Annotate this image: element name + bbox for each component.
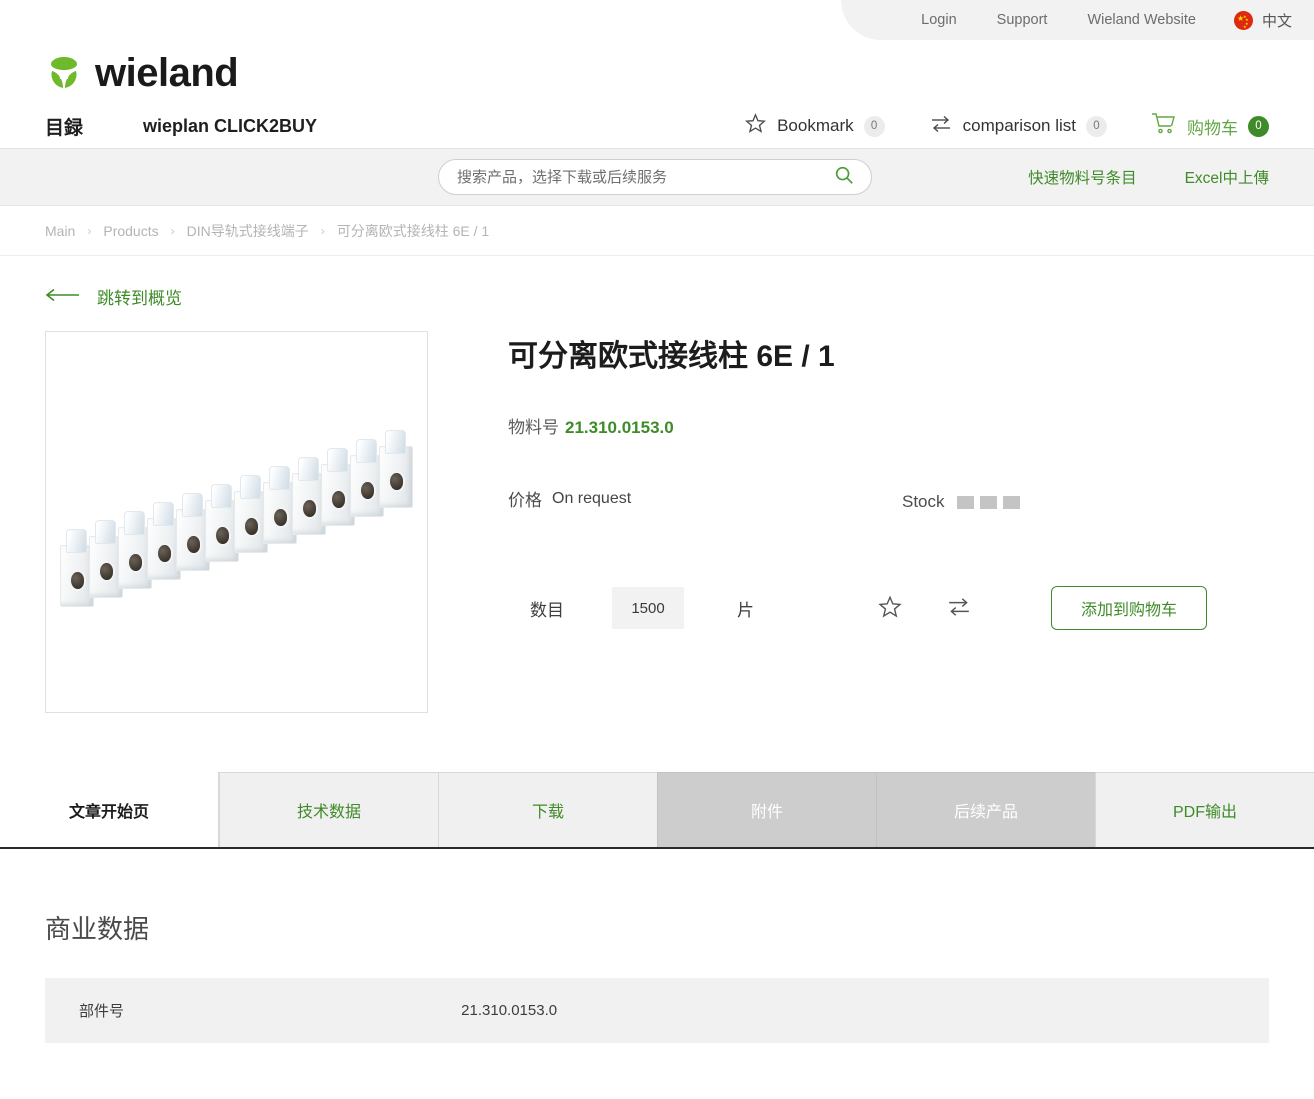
main-nav-right: Bookmark 0 comparison list 0 购物车 0 — [744, 112, 1269, 140]
breadcrumb-separator-icon: › — [87, 223, 92, 238]
breadcrumb-separator-icon: › — [320, 223, 325, 238]
comparison-list-label: comparison list — [962, 116, 1076, 135]
table-cell-value: 21.310.0153.0 — [461, 978, 1269, 1043]
price-stock-row: 价格 On request Stock — [508, 488, 1269, 514]
tab-accessories: 附件 — [657, 772, 876, 847]
support-link[interactable]: Support — [977, 0, 1068, 40]
logo-row: W wieland — [0, 44, 1314, 102]
search-box[interactable] — [438, 159, 872, 195]
bookmark-button[interactable]: Bookmark 0 — [744, 112, 885, 140]
nav-wieplan-click2buy[interactable]: wieplan CLICK2BUY — [143, 116, 317, 137]
arrow-left-icon — [45, 287, 81, 307]
wieland-leaf-logo-icon[interactable]: W — [45, 54, 83, 92]
compare-arrows-icon — [929, 113, 953, 140]
tab-article-start-page[interactable]: 文章开始页 — [0, 772, 219, 847]
material-number-value: 21.310.0153.0 — [565, 418, 674, 437]
quantity-row: 数目 片 添加到购物车 — [508, 586, 1269, 631]
tab-content-panel: 商业数据 部件号 21.310.0153.0 — [0, 909, 1314, 1043]
tab-pdf-output[interactable]: PDF输出 — [1095, 772, 1314, 847]
shopping-cart-button[interactable]: 购物车 0 — [1151, 112, 1269, 140]
china-flag-icon: ★ ★ ★ ★ ★ — [1233, 10, 1253, 30]
stock-bar — [956, 495, 974, 509]
wieland-website-link[interactable]: Wieland Website — [1067, 0, 1216, 40]
table-cell-key: 部件号 — [45, 978, 462, 1043]
table-row: 部件号 21.310.0153.0 — [45, 978, 1269, 1043]
quick-material-entry-link[interactable]: 快速物料号条目 — [1028, 166, 1137, 188]
top-utility-bar-wrapper: Login Support Wieland Website ★ ★ ★ ★ ★ 中文 — [0, 0, 1314, 40]
main-nav-row: 目録 wieplan CLICK2BUY Bookmark 0 comparis… — [0, 102, 1314, 150]
stock-bar — [1002, 495, 1020, 509]
material-number-label: 物料号 — [508, 418, 559, 437]
top-utility-bar: Login Support Wieland Website ★ ★ ★ ★ ★ 中文 — [841, 0, 1314, 40]
back-link-row: 跳转到概览 — [0, 256, 1314, 309]
jump-to-overview-label: 跳转到概览 — [97, 289, 182, 308]
price-value: On request — [552, 490, 632, 507]
excel-upload-link[interactable]: Excel中上傳 — [1185, 166, 1269, 188]
search-input[interactable] — [455, 167, 833, 187]
product-tabs: 文章开始页 技术数据 下载 附件 后续产品 PDF输出 — [0, 772, 1314, 849]
breadcrumb-item-current: 可分离欧式接线柱 6E / 1 — [336, 222, 490, 239]
product-image[interactable] — [45, 331, 428, 713]
main-nav-left: 目録 wieplan CLICK2BUY — [45, 113, 377, 140]
shopping-cart-label: 购物车 — [1187, 118, 1238, 138]
commercial-data-heading: 商业数据 — [45, 914, 150, 944]
jump-to-overview-link[interactable]: 跳转到概览 — [45, 284, 182, 309]
product-section: 可分离欧式接线柱 6E / 1 物料号 21.310.0153.0 价格 On r… — [0, 309, 1314, 713]
product-info: 可分离欧式接线柱 6E / 1 物料号 21.310.0153.0 价格 On r… — [428, 331, 1269, 713]
language-selector[interactable]: ★ ★ ★ ★ ★ 中文 — [1216, 10, 1292, 31]
quantity-label: 数目 — [530, 600, 564, 620]
quantity-input[interactable] — [612, 587, 684, 630]
tab-downloads[interactable]: 下载 — [438, 772, 657, 847]
brand-wordmark[interactable]: wieland — [95, 53, 239, 93]
star-icon — [744, 112, 767, 140]
site-header: W wieland 目録 wieplan CLICK2BUY Bookmark … — [0, 40, 1314, 148]
bookmark-label: Bookmark — [777, 116, 854, 135]
stock-bars — [956, 495, 1020, 509]
bookmark-count-badge: 0 — [863, 115, 885, 137]
nav-catalog[interactable]: 目録 — [45, 113, 83, 140]
add-to-cart-button[interactable]: 添加到购物车 — [1051, 586, 1207, 631]
material-number-row: 物料号 21.310.0153.0 — [508, 413, 1269, 438]
tab-technical-data[interactable]: 技术数据 — [219, 772, 438, 847]
login-link[interactable]: Login — [901, 0, 976, 40]
search-icon[interactable] — [833, 164, 855, 191]
shopping-cart-icon — [1151, 112, 1177, 140]
tab-successor-products: 后续产品 — [876, 772, 1095, 847]
stock-bar — [979, 495, 997, 509]
page-title: 可分离欧式接线柱 6E / 1 — [508, 340, 835, 373]
svg-text:W: W — [58, 67, 71, 82]
comparison-list-button[interactable]: comparison list 0 — [929, 113, 1107, 140]
search-bar: 快速物料号条目 Excel中上傳 — [0, 148, 1314, 206]
compare-arrows-icon — [945, 595, 973, 622]
commercial-data-table: 部件号 21.310.0153.0 — [45, 978, 1269, 1043]
comparison-count-badge: 0 — [1086, 115, 1107, 137]
add-to-comparison-button[interactable] — [945, 595, 973, 622]
stock-indicator: Stock — [902, 488, 1020, 512]
cart-count-badge: 0 — [1248, 115, 1269, 137]
breadcrumb-item-din-rail-terminals[interactable]: DIN导轨式接线端子 — [187, 221, 309, 241]
star-icon — [877, 594, 903, 623]
add-to-bookmark-button[interactable] — [877, 594, 903, 623]
terminal-block-strip-photo — [54, 430, 424, 617]
breadcrumb-separator-icon: › — [170, 223, 175, 238]
search-quick-links: 快速物料号条目 Excel中上傳 — [1028, 166, 1269, 188]
stock-label: Stock — [902, 492, 945, 511]
price-label: 价格 — [508, 491, 542, 510]
language-label: 中文 — [1261, 12, 1292, 30]
quantity-unit-label: 片 — [737, 600, 754, 620]
breadcrumb-item-products[interactable]: Products — [103, 223, 158, 239]
breadcrumb-item-main[interactable]: Main — [45, 223, 75, 239]
breadcrumb: Main › Products › DIN导轨式接线端子 › 可分离欧式接线柱 … — [0, 206, 1314, 256]
